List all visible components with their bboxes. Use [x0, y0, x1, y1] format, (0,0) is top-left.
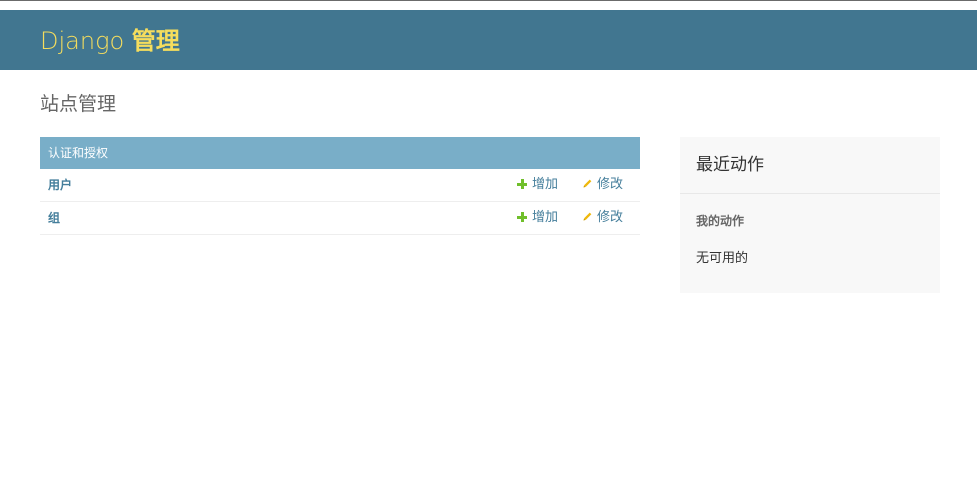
- add-label: 增加: [532, 177, 559, 192]
- header-bar: Django 管理: [0, 10, 977, 70]
- brand-prefix: Django: [40, 27, 125, 55]
- add-groups-link[interactable]: 增加: [517, 202, 558, 234]
- model-link-groups[interactable]: 组: [48, 202, 60, 234]
- recent-actions-title: 最近动作: [696, 155, 764, 175]
- recent-actions-divider: [680, 193, 940, 194]
- pencil-icon: [583, 179, 592, 188]
- top-border: [0, 0, 977, 10]
- add-label: 增加: [532, 210, 559, 225]
- model-row-groups: 组 增加 修改: [40, 202, 640, 235]
- pencil-icon: [583, 212, 592, 221]
- model-row-users: 用户 增加 修改: [40, 169, 640, 202]
- recent-actions-panel: 最近动作 我的动作 无可用的: [680, 137, 940, 293]
- plus-icon: [517, 179, 527, 189]
- change-label: 修改: [597, 177, 624, 192]
- change-label: 修改: [597, 210, 624, 225]
- add-users-link[interactable]: 增加: [517, 169, 558, 201]
- model-link-users[interactable]: 用户: [48, 169, 72, 201]
- page-title: 站点管理: [40, 93, 117, 115]
- plus-icon: [517, 212, 527, 222]
- module-caption[interactable]: 认证和授权: [40, 137, 640, 169]
- my-actions-heading: 我的动作: [696, 214, 745, 228]
- no-actions-text: 无可用的: [696, 251, 749, 266]
- app-module-auth: 认证和授权 用户 增加 修改 组 增加 修改: [40, 137, 640, 235]
- site-brand[interactable]: Django 管理: [40, 26, 180, 56]
- change-users-link[interactable]: 修改: [582, 169, 623, 201]
- brand-suffix: 管理: [131, 27, 180, 55]
- module-caption-label: 认证和授权: [48, 146, 109, 160]
- change-groups-link[interactable]: 修改: [582, 202, 623, 234]
